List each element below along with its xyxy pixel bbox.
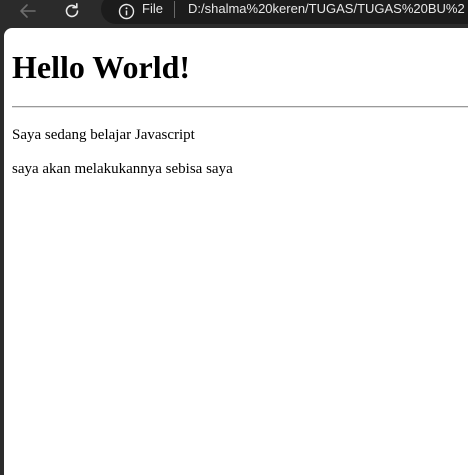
- reload-icon: [65, 3, 79, 18]
- paragraph-1: Saya sedang belajar Javascript: [12, 127, 195, 143]
- page-content: Hello World! Saya sedang belajar Javascr…: [4, 28, 468, 475]
- address-separator: [174, 1, 175, 18]
- back-button[interactable]: [14, 0, 42, 22]
- browser-toolbar: File D:/shalma%20keren/TUGAS/TUGAS%20BU%…: [0, 0, 468, 28]
- address-bar[interactable]: File D:/shalma%20keren/TUGAS/TUGAS%20BU%…: [101, 0, 468, 24]
- info-icon[interactable]: [118, 3, 135, 20]
- horizontal-rule: [12, 106, 468, 108]
- reload-button[interactable]: [58, 0, 86, 22]
- arrow-left-icon: [20, 4, 36, 18]
- paragraph-2: saya akan melakukannya sebisa saya: [12, 161, 233, 177]
- protocol-label: File: [142, 1, 163, 16]
- url-text[interactable]: D:/shalma%20keren/TUGAS/TUGAS%20BU%2: [188, 0, 465, 18]
- page-heading: Hello World!: [12, 49, 191, 85]
